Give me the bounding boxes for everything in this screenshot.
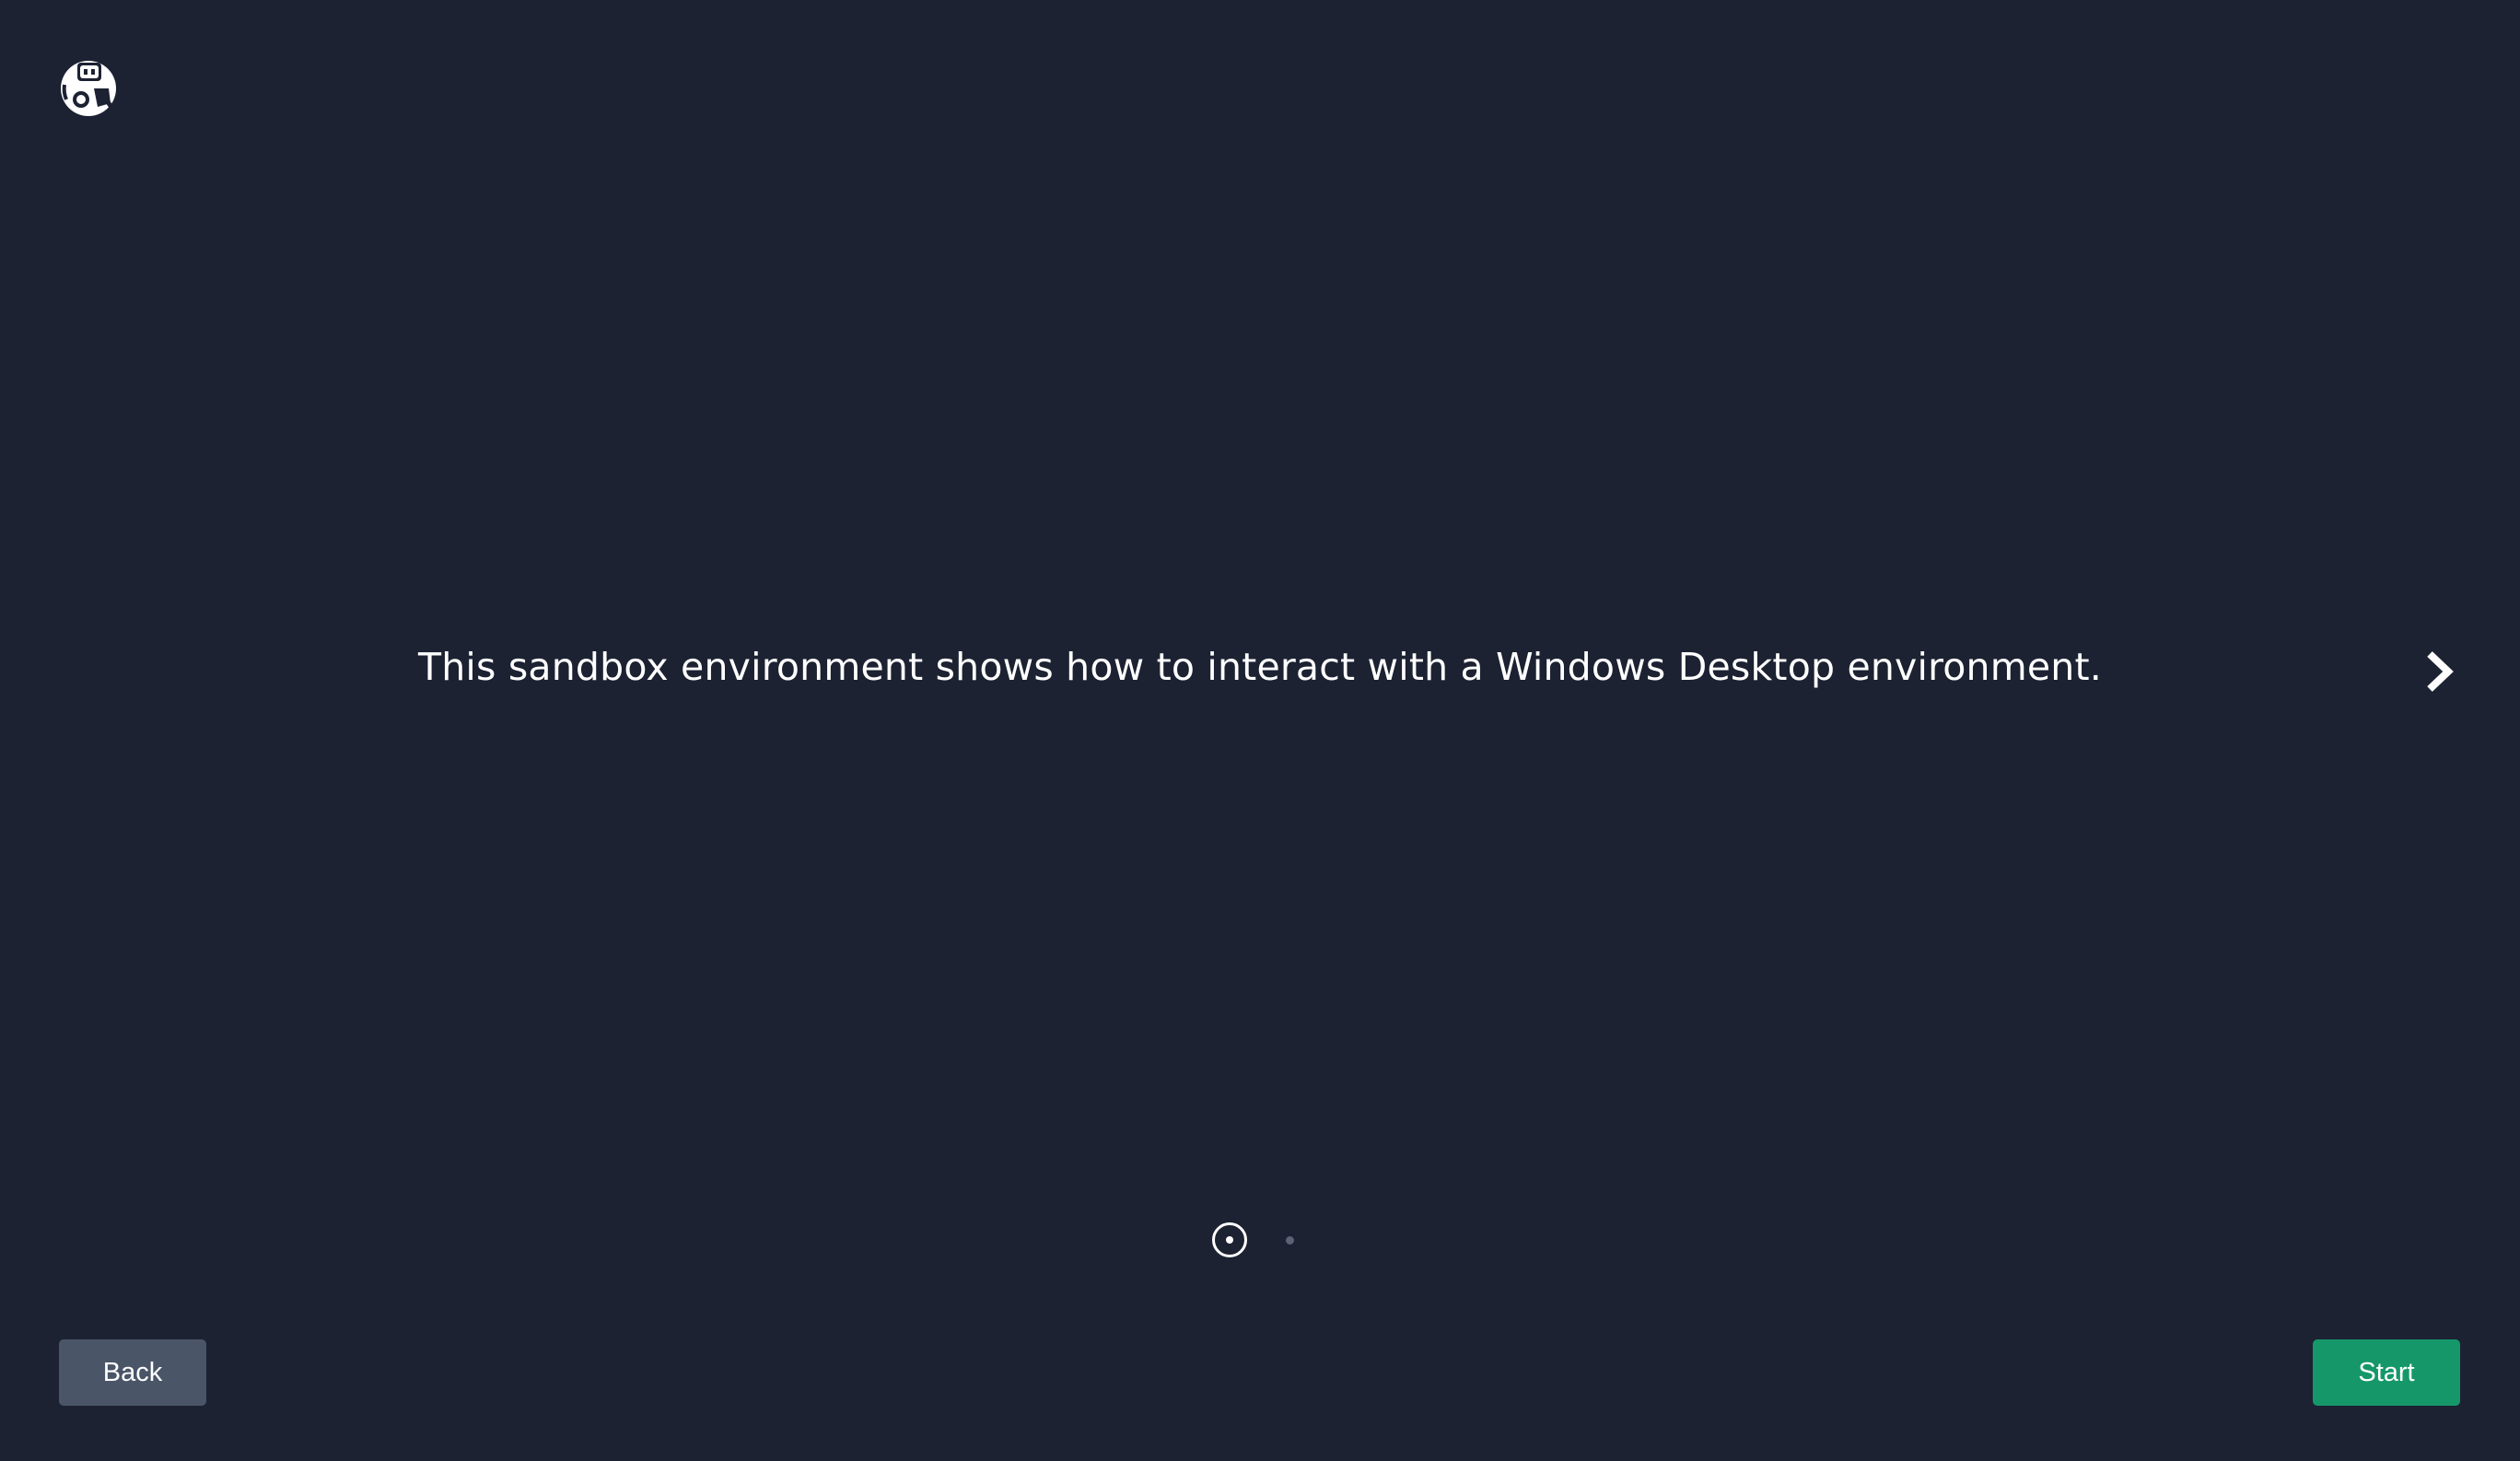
back-button[interactable]: Back: [59, 1339, 206, 1406]
slide-description: This sandbox environment shows how to in…: [418, 645, 2102, 689]
pagination-dots: [1212, 1222, 1294, 1257]
robot-logo-icon: [57, 57, 120, 120]
pagination-dot[interactable]: [1286, 1235, 1294, 1245]
onboarding-screen: This sandbox environment shows how to in…: [0, 0, 2520, 1461]
start-button[interactable]: Start: [2313, 1339, 2460, 1406]
chevron-right-icon[interactable]: [2421, 650, 2457, 693]
pagination-dot-active[interactable]: [1212, 1222, 1247, 1257]
